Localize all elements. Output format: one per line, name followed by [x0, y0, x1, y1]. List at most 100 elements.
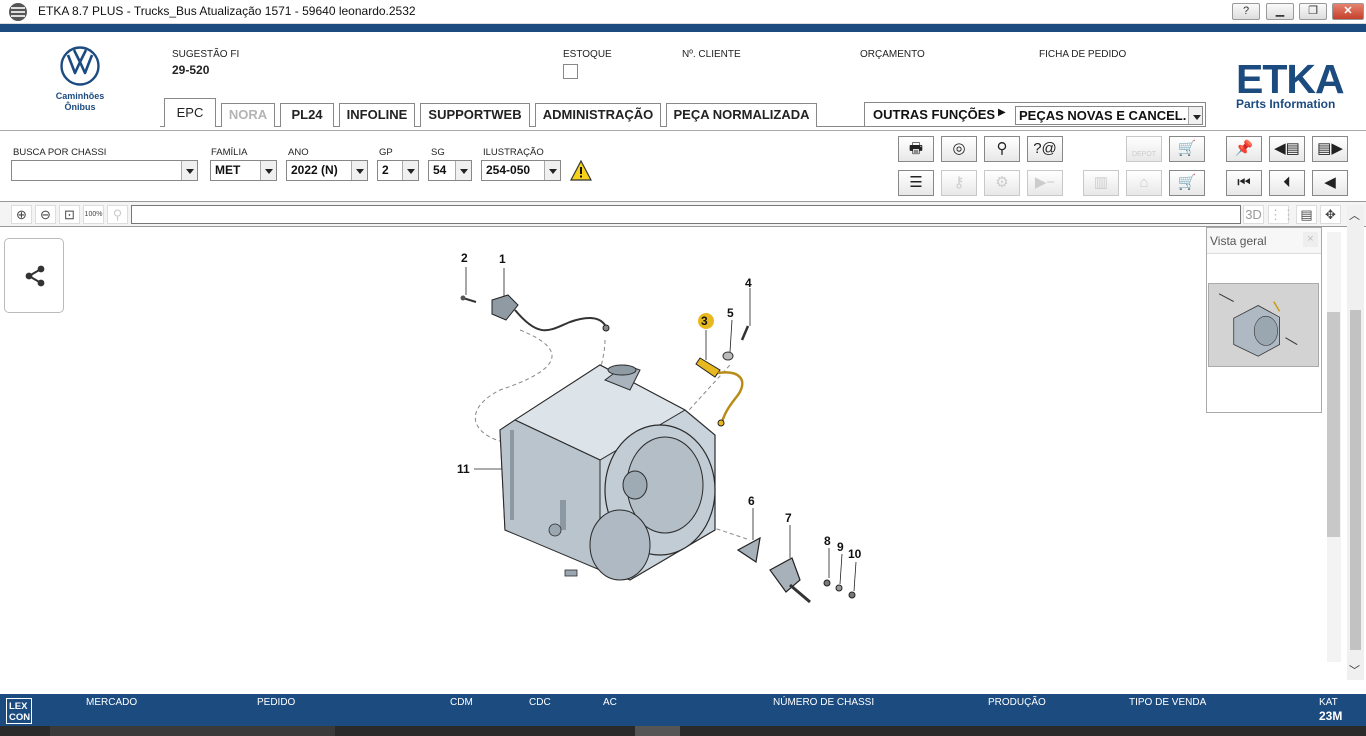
- chevron-down-icon: [544, 161, 560, 180]
- main-scrollbar[interactable]: ︿ ﹀: [1347, 205, 1364, 680]
- gp-select[interactable]: 2: [377, 160, 419, 181]
- part-10-bolt[interactable]: [848, 591, 856, 599]
- pin-button[interactable]: 📌: [1226, 136, 1262, 162]
- dealer-button[interactable]: ⌂: [1126, 170, 1162, 196]
- key-button[interactable]: ⚷: [941, 170, 977, 196]
- assembly-button[interactable]: ⚙: [984, 170, 1020, 196]
- close-button[interactable]: ✕: [1332, 3, 1364, 20]
- first-page-button[interactable]: ⏮: [1226, 170, 1262, 196]
- chassi-select[interactable]: [11, 160, 198, 181]
- page-back-button[interactable]: ◀▤: [1269, 136, 1305, 162]
- part-label[interactable]: 1: [499, 252, 506, 266]
- scroll-thumb[interactable]: [1350, 310, 1361, 650]
- share-button[interactable]: [4, 238, 64, 313]
- parts-diagram: 1 2 3 4 5 6 7 8 9 10 11: [457, 251, 862, 604]
- cart-button[interactable]: 🛒: [1169, 170, 1205, 196]
- part-label[interactable]: 8: [824, 534, 831, 548]
- part-1-sensor[interactable]: [491, 294, 610, 332]
- help-button[interactable]: ?: [1232, 3, 1260, 20]
- part-8-nut[interactable]: [823, 579, 831, 587]
- cart-add-button[interactable]: 🛒: [1169, 136, 1205, 162]
- status-bar: LEX CON MERCADO PEDIDO CDM CDC AC NÚMERO…: [0, 694, 1366, 726]
- overview-close-button[interactable]: ×: [1303, 232, 1318, 247]
- part-3-sensor[interactable]: [695, 357, 744, 427]
- minimize-button[interactable]: ▁: [1266, 3, 1294, 20]
- tab-nora[interactable]: NORA: [221, 103, 275, 127]
- list-button[interactable]: ☰: [898, 170, 934, 196]
- zoom-fit-icon[interactable]: ⊡: [59, 205, 80, 224]
- tab-epc[interactable]: EPC: [164, 98, 216, 127]
- part-7-flange[interactable]: [769, 557, 811, 604]
- chevron-down-icon: [455, 161, 471, 180]
- part-5-washer[interactable]: [722, 351, 734, 361]
- tab-peca-normalizada[interactable]: PEÇA NORMALIZADA: [666, 103, 817, 127]
- depot-button[interactable]: DEPOT: [1126, 136, 1162, 162]
- familia-select[interactable]: MET: [210, 160, 277, 181]
- terminal-button[interactable]: ▥: [1083, 170, 1119, 196]
- part-label[interactable]: 5: [727, 306, 734, 320]
- 3d-button[interactable]: 3D: [1243, 205, 1264, 224]
- part-label[interactable]: 2: [461, 251, 468, 265]
- part-label[interactable]: 11: [457, 462, 470, 476]
- overview-scrollbar[interactable]: [1327, 232, 1341, 662]
- zoom-out-icon[interactable]: ⊖: [35, 205, 56, 224]
- part-label[interactable]: 7: [785, 511, 792, 525]
- ano-select[interactable]: 2022 (N): [286, 160, 368, 181]
- estoque-checkbox[interactable]: [563, 64, 578, 79]
- chevron-down-icon: [260, 161, 276, 180]
- page-forward-button[interactable]: ▤▶: [1312, 136, 1348, 162]
- part-9-washer[interactable]: [835, 584, 843, 592]
- prev-button[interactable]: ◀: [1312, 170, 1348, 196]
- tab-supportweb[interactable]: SUPPORTWEB: [420, 103, 530, 127]
- tab-administracao[interactable]: ADMINISTRAÇÃO: [535, 103, 661, 127]
- part-6-gasket[interactable]: [736, 536, 761, 564]
- maximize-button[interactable]: ❐: [1299, 3, 1327, 20]
- zoom-search-icon[interactable]: ⚲: [107, 205, 128, 224]
- part-label[interactable]: 10: [848, 547, 862, 561]
- outras-funcoes-box: OUTRAS FUNÇÕES ▶ PEÇAS NOVAS E CANCEL.: [864, 102, 1206, 127]
- tipo-venda-label: TIPO DE VENDA: [1129, 697, 1207, 708]
- cliente-label: Nº. CLIENTE: [682, 49, 741, 60]
- warning-icon[interactable]: [570, 160, 592, 181]
- remove-button[interactable]: ▶−: [1027, 170, 1063, 196]
- prev-page-button[interactable]: ⏴: [1269, 170, 1305, 196]
- share-icon: [25, 265, 45, 287]
- overview-panel: Vista geral ×: [1206, 227, 1322, 413]
- cdm-label: CDM: [450, 697, 473, 708]
- view-input[interactable]: [131, 205, 1241, 224]
- print-button[interactable]: 🖶: [898, 136, 934, 162]
- part-4-screw[interactable]: [740, 325, 750, 341]
- grid-view-icon[interactable]: ⋮⋮: [1268, 205, 1295, 224]
- part-label[interactable]: 6: [748, 494, 755, 508]
- tab-infoline[interactable]: INFOLINE: [339, 103, 415, 127]
- mercado-label: MERCADO: [86, 697, 138, 708]
- app-menu-icon[interactable]: [9, 3, 27, 21]
- part-11-housing[interactable]: [499, 364, 716, 581]
- help-mail-button[interactable]: ?@: [1027, 136, 1063, 162]
- binoculars-button[interactable]: ⚲: [984, 136, 1020, 162]
- zoom-in-icon[interactable]: ⊕: [11, 205, 32, 224]
- outras-funcoes-select[interactable]: PEÇAS NOVAS E CANCEL.: [1015, 106, 1203, 125]
- gp-label: GP: [379, 147, 393, 158]
- outras-funcoes-button[interactable]: OUTRAS FUNÇÕES: [873, 107, 995, 122]
- part-2-screw[interactable]: [460, 295, 477, 303]
- overview-thumbnail[interactable]: [1208, 283, 1319, 367]
- part-label[interactable]: 4: [745, 276, 752, 290]
- orcamento-label: ORÇAMENTO: [860, 49, 925, 60]
- chevron-down-icon: [351, 161, 367, 180]
- sg-select[interactable]: 54: [428, 160, 472, 181]
- scroll-up-icon[interactable]: ︿: [1349, 207, 1360, 223]
- estoque-label: ESTOQUE: [563, 49, 612, 60]
- part-label[interactable]: 3: [701, 314, 708, 328]
- split-view-icon[interactable]: ▤: [1296, 205, 1317, 224]
- chassi-number-label: NÚMERO DE CHASSI: [773, 697, 875, 708]
- disc-button[interactable]: ◎: [941, 136, 977, 162]
- title-bar: ETKA 8.7 PLUS - Trucks_Bus Atualização 1…: [0, 0, 1366, 24]
- ac-label: AC: [603, 697, 617, 708]
- ilustracao-select[interactable]: 254-050: [481, 160, 561, 181]
- tab-pl24[interactable]: PL24: [280, 103, 334, 127]
- zoom-100-icon[interactable]: 100%: [83, 205, 104, 224]
- fit-view-icon[interactable]: ✥: [1320, 205, 1341, 224]
- part-label[interactable]: 9: [837, 540, 844, 554]
- scroll-down-icon[interactable]: ﹀: [1349, 662, 1360, 678]
